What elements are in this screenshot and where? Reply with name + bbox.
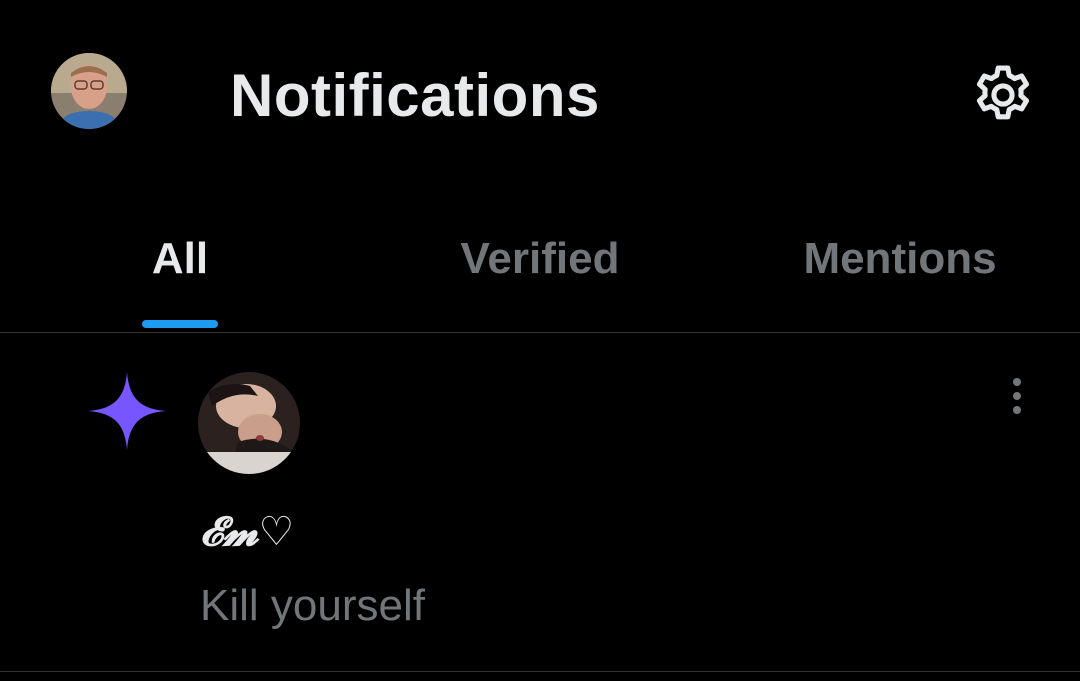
- gear-icon: [976, 65, 1030, 120]
- more-vertical-icon: [1013, 378, 1021, 386]
- tab-all[interactable]: All: [110, 190, 250, 332]
- tab-verified-label: Verified: [460, 234, 620, 283]
- notification-tabs: All Verified Mentions: [0, 190, 1080, 333]
- top-app-bar: Notifications: [0, 0, 1080, 190]
- author-avatar-image: [198, 372, 300, 474]
- more-options-button[interactable]: [996, 372, 1038, 420]
- settings-button[interactable]: [966, 58, 1040, 132]
- sparkle-icon: [88, 372, 166, 450]
- page-title: Notifications: [230, 62, 600, 129]
- profile-avatar[interactable]: [51, 53, 127, 129]
- profile-avatar-image: [51, 53, 127, 129]
- app-root: Notifications All Verified Mentions 𝓔𝓶♡ …: [0, 0, 1080, 681]
- notification-author-name[interactable]: 𝓔𝓶♡: [200, 506, 294, 558]
- tab-mentions[interactable]: Mentions: [770, 190, 1030, 332]
- tab-mentions-label: Mentions: [803, 234, 997, 283]
- tab-all-label: All: [151, 234, 209, 283]
- tab-verified[interactable]: Verified: [420, 190, 660, 332]
- notification-text: Kill yourself: [200, 581, 425, 630]
- more-vertical-icon-dot: [1013, 406, 1021, 414]
- notification-author-avatar[interactable]: [198, 372, 300, 474]
- more-vertical-icon-dot: [1013, 392, 1021, 400]
- active-tab-indicator: [142, 320, 218, 328]
